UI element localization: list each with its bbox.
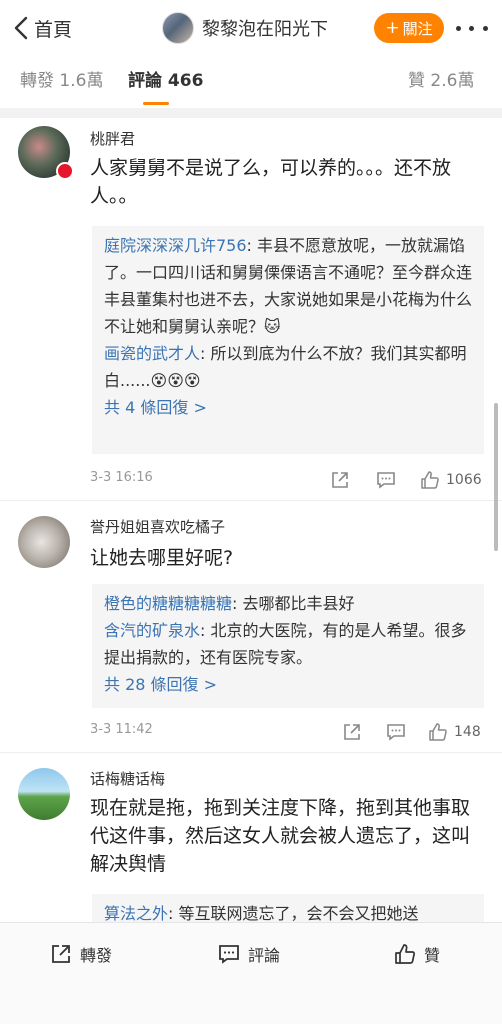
comment-username[interactable]: 誉丹姐姐喜欢吃橘子 [90, 516, 225, 537]
comment-text: 人家舅舅不是说了么，可以养的。。。还不放人。。 [90, 157, 452, 207]
comment-username[interactable]: 话梅糖话梅 [90, 768, 165, 789]
tab-bar: 轉發 1.6萬 評論 466 贊 2.6萬 [0, 66, 502, 105]
reply-username[interactable]: 橙色的糖糖糖糖糖 [104, 594, 232, 613]
repost-label: 轉發 [80, 946, 113, 965]
comment-username[interactable]: 桃胖君 [90, 128, 135, 149]
top-nav-bar: 首頁 黎黎泡在阳光下 + 關注 [0, 0, 502, 58]
view-replies-link[interactable]: 共 4 條回復 > [104, 394, 472, 422]
comment-time: 3-3 16:16 [90, 470, 153, 485]
repost-comment-button[interactable] [342, 720, 362, 744]
comment-time: 3-3 11:42 [90, 722, 153, 737]
share-icon [52, 945, 70, 963]
comment-separator [0, 500, 502, 501]
share-icon [332, 472, 348, 488]
repost-comment-button[interactable] [330, 468, 350, 492]
reply-username[interactable]: 算法之外 [104, 904, 168, 923]
comment-meta: 3-3 16:16 1066 [90, 468, 484, 492]
like-count: 1066 [446, 472, 482, 488]
reply-item: 画瓷的武才人: 所以到底为什么不放？我们其实都明白......😵😵😵 [104, 340, 472, 394]
thumbs-up-icon [429, 723, 447, 741]
comment-meta: 3-3 11:42 148 [90, 720, 484, 744]
tab-reposts[interactable]: 轉發 1.6萬 [20, 66, 103, 91]
reply-username[interactable]: 画瓷的武才人 [104, 344, 200, 363]
reply-preview-box[interactable]: 庭院深深深几许756: 丰县不愿意放呢，一放就漏馅了。一口四川话和舅舅傈傈语言不… [92, 226, 484, 454]
share-icon [344, 724, 360, 740]
author-name[interactable]: 黎黎泡在阳光下 [202, 15, 328, 41]
section-divider [0, 108, 502, 118]
tab-comments[interactable]: 評論 466 [128, 66, 203, 91]
scrollbar[interactable] [494, 403, 498, 551]
reply-comment-button[interactable] [376, 468, 396, 492]
active-tab-indicator [143, 102, 169, 105]
like-count: 148 [454, 724, 481, 740]
bottom-action-bar: 轉發 評論 贊 [0, 922, 502, 1024]
comment-text: 现在就是拖，拖到关注度下降，拖到其他事取代这件事，然后这女人就会被人遗忘了，这叫… [90, 797, 471, 875]
tab-likes[interactable]: 贊 2.6萬 [408, 66, 474, 91]
back-label: 首頁 [34, 18, 73, 41]
reply-item: 含汽的矿泉水: 北京的大医院，有的是人希望。很多提出捐款的，还有医院专家。 [104, 617, 472, 671]
reply-username[interactable]: 庭院深深深几许756 [104, 236, 247, 255]
more-dots-icon[interactable] [452, 16, 492, 40]
like-comment-button[interactable]: 1066 [420, 468, 482, 492]
reply-username[interactable]: 含汽的矿泉水 [104, 621, 200, 640]
back-button[interactable]: 首頁 [12, 12, 72, 44]
reply-text: : 去哪都比丰县好 [232, 594, 355, 613]
thumbs-up-icon [395, 944, 416, 964]
comment-text: 让她去哪里好呢? [90, 547, 234, 569]
follow-button[interactable]: + 關注 [374, 13, 444, 43]
thumbs-up-icon [421, 471, 439, 489]
reply-comment-button[interactable] [386, 720, 406, 744]
comment-separator [0, 752, 502, 753]
reply-item: 橙色的糖糖糖糖糖: 去哪都比丰县好 [104, 590, 472, 617]
verified-badge-icon [56, 162, 74, 180]
like-comment-button[interactable]: 148 [428, 720, 481, 744]
reply-preview-box[interactable]: 橙色的糖糖糖糖糖: 去哪都比丰县好 含汽的矿泉水: 北京的大医院，有的是人希望。… [92, 584, 484, 708]
like-label: 贊 [424, 946, 441, 965]
like-button[interactable]: 贊 [394, 939, 440, 969]
avatar[interactable] [18, 516, 70, 568]
reply-text: : 等互联网遗忘了，会不会又把她送 [168, 904, 419, 923]
plus-icon: + [385, 18, 400, 38]
repost-button[interactable]: 轉發 [50, 939, 112, 969]
view-replies-link[interactable]: 共 28 條回復 > [104, 671, 472, 699]
post-author-header[interactable]: 黎黎泡在阳光下 [162, 11, 328, 45]
avatar[interactable] [18, 768, 70, 820]
chevron-left-icon [14, 16, 28, 40]
comment-icon [377, 472, 395, 489]
comment-icon [387, 724, 405, 741]
comment-icon [219, 945, 239, 964]
comment-button[interactable]: 評論 [218, 939, 280, 969]
follow-label: 關注 [402, 19, 433, 38]
reply-item: 庭院深深深几许756: 丰县不愿意放呢，一放就漏馅了。一口四川话和舅舅傈傈语言不… [104, 232, 472, 340]
author-avatar[interactable] [162, 12, 194, 44]
comment-label: 評論 [248, 946, 281, 965]
